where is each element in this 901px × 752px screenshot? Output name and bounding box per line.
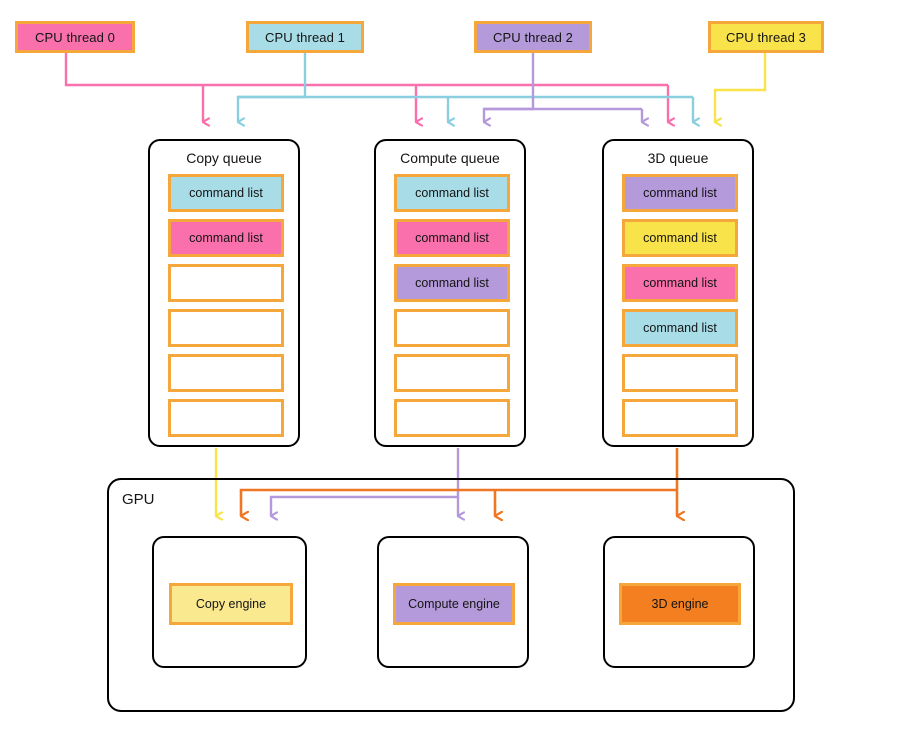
copy-queue-title: Copy queue <box>186 150 262 166</box>
copy-queue[interactable]: Copy queue command list command list <box>148 139 300 447</box>
cpu-thread-2[interactable]: CPU thread 2 <box>474 21 592 53</box>
cpu-thread-3-label: CPU thread 3 <box>726 29 806 45</box>
copy-queue-slot-4[interactable] <box>168 354 284 392</box>
3d-queue-slot-0[interactable]: command list <box>622 174 738 212</box>
cpu-thread-0[interactable]: CPU thread 0 <box>15 21 135 53</box>
copy-queue-slot-1-label: command list <box>189 231 263 245</box>
3d-engine-chip[interactable]: 3D engine <box>619 583 741 625</box>
3d-queue[interactable]: 3D queue command list command list comma… <box>602 139 754 447</box>
compute-queue-slot-1[interactable]: command list <box>394 219 510 257</box>
compute-queue[interactable]: Compute queue command list command list … <box>374 139 526 447</box>
cpu-thread-2-label: CPU thread 2 <box>493 29 573 45</box>
compute-queue-slot-0[interactable]: command list <box>394 174 510 212</box>
compute-queue-slot-3[interactable] <box>394 309 510 347</box>
3d-queue-slot-1-label: command list <box>643 231 717 245</box>
compute-queue-title: Compute queue <box>400 150 500 166</box>
gpu-label: GPU <box>122 491 155 508</box>
compute-engine-chip[interactable]: Compute engine <box>393 583 515 625</box>
3d-queue-slot-3[interactable]: command list <box>622 309 738 347</box>
compute-queue-slot-4[interactable] <box>394 354 510 392</box>
copy-queue-slot-0-label: command list <box>189 186 263 200</box>
3d-queue-slot-3-label: command list <box>643 321 717 335</box>
compute-queue-slot-5[interactable] <box>394 399 510 437</box>
3d-queue-slot-5[interactable] <box>622 399 738 437</box>
compute-queue-slot-2[interactable]: command list <box>394 264 510 302</box>
copy-queue-slot-2[interactable] <box>168 264 284 302</box>
diagram-canvas: CPU thread 0 CPU thread 1 CPU thread 2 C… <box>0 0 901 752</box>
compute-queue-slot-0-label: command list <box>415 186 489 200</box>
3d-queue-title: 3D queue <box>647 150 709 166</box>
gpu-container[interactable]: GPU Copy engine Compute engine 3D engine <box>107 478 795 712</box>
copy-queue-slot-1[interactable]: command list <box>168 219 284 257</box>
copy-queue-slot-0[interactable]: command list <box>168 174 284 212</box>
compute-engine-label: Compute engine <box>408 597 500 611</box>
cpu-thread-1-label: CPU thread 1 <box>265 29 345 45</box>
3d-queue-slot-2[interactable]: command list <box>622 264 738 302</box>
3d-queue-slot-1[interactable]: command list <box>622 219 738 257</box>
3d-queue-slot-4[interactable] <box>622 354 738 392</box>
copy-engine-chip[interactable]: Copy engine <box>169 583 293 625</box>
copy-engine[interactable]: Copy engine <box>152 536 307 668</box>
3d-engine[interactable]: 3D engine <box>603 536 755 668</box>
3d-engine-label: 3D engine <box>651 597 709 611</box>
cpu-thread-0-label: CPU thread 0 <box>35 29 115 45</box>
compute-engine[interactable]: Compute engine <box>377 536 529 668</box>
cpu-thread-3[interactable]: CPU thread 3 <box>708 21 824 53</box>
3d-queue-slot-2-label: command list <box>643 276 717 290</box>
compute-queue-slot-1-label: command list <box>415 231 489 245</box>
copy-queue-slot-3[interactable] <box>168 309 284 347</box>
copy-engine-label: Copy engine <box>195 597 267 611</box>
3d-queue-slot-0-label: command list <box>643 186 717 200</box>
compute-queue-slot-2-label: command list <box>415 276 489 290</box>
cpu-thread-1[interactable]: CPU thread 1 <box>246 21 364 53</box>
copy-queue-slot-5[interactable] <box>168 399 284 437</box>
